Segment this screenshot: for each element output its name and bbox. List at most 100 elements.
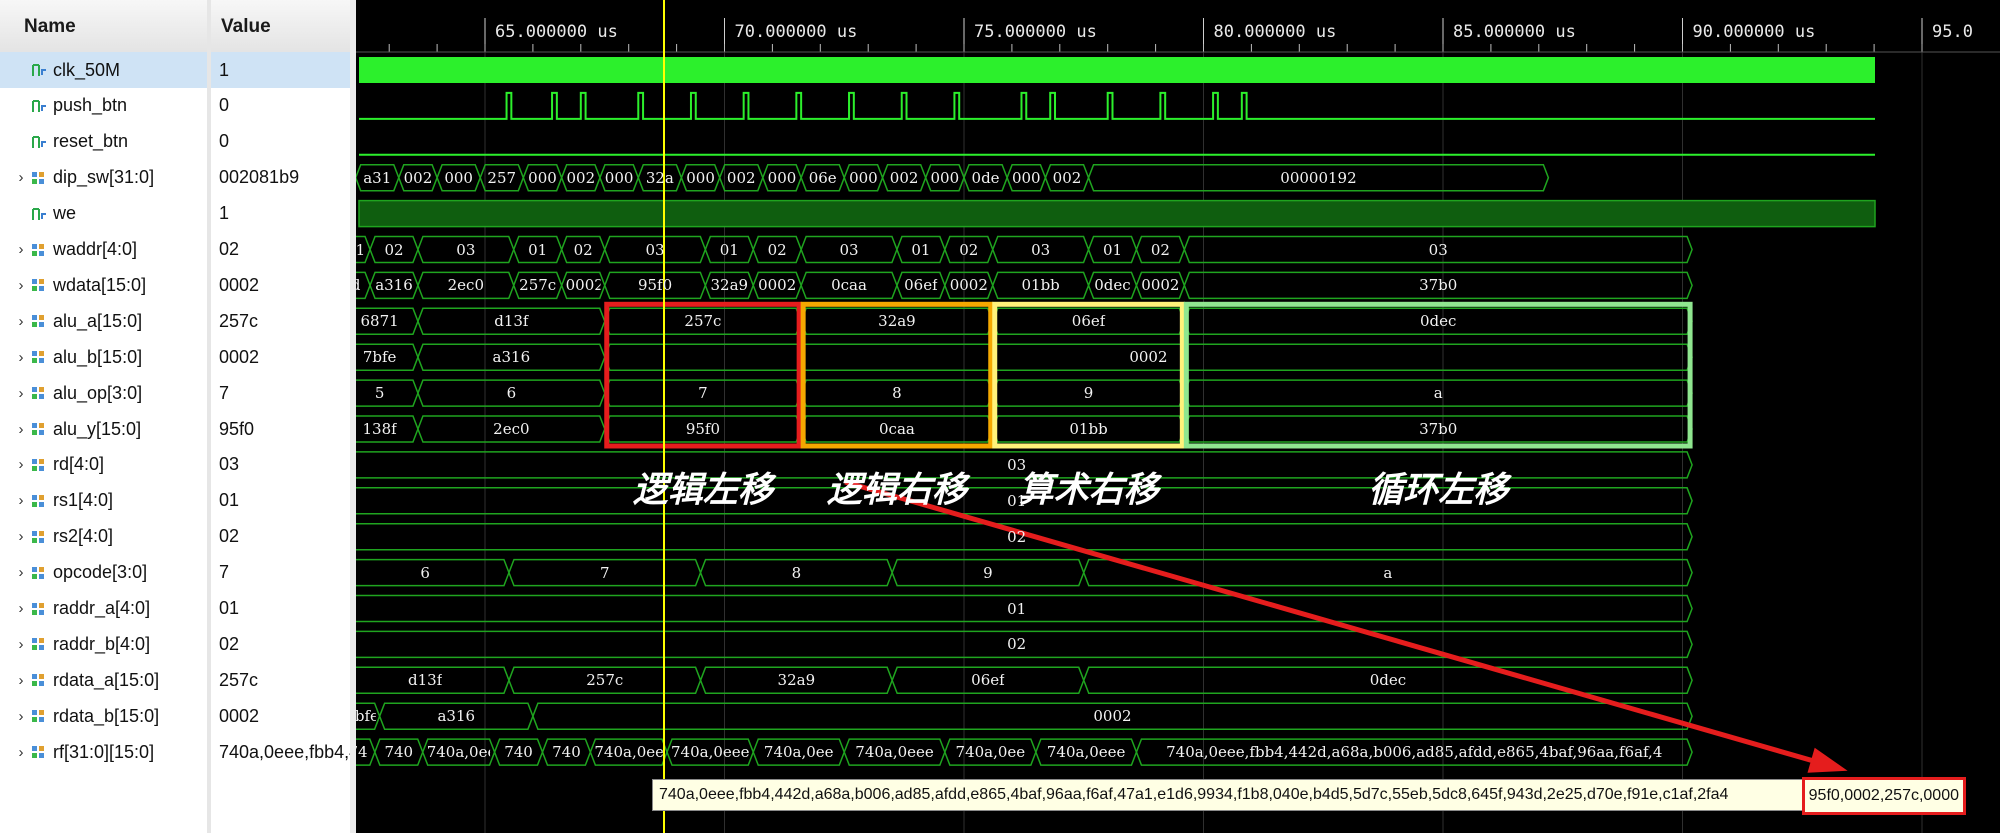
signal-value-rd-4-0[interactable]: 03 <box>211 447 350 483</box>
bus-value-label: 740a,0ee <box>426 743 491 762</box>
signal-value-wdata-15-0[interactable]: 0002 <box>211 267 350 303</box>
signal-row-raddr-b-4-0[interactable]: › raddr_b[4:0] <box>0 626 207 662</box>
bus-value-label: 0caa <box>879 420 915 438</box>
signal-value-raddr-a-4-0[interactable]: 01 <box>211 591 350 627</box>
signal-name-label: raddr_a[4:0] <box>53 598 151 618</box>
bus-signal-icon <box>32 566 44 579</box>
signal-row-opcode-3-0[interactable]: › opcode[3:0] <box>0 555 207 591</box>
signal-row-dip-sw-31-0[interactable]: › dip_sw[31:0] <box>0 160 207 196</box>
expand-chevron-icon[interactable]: › <box>12 564 30 581</box>
signal-name-label: push_btn <box>53 95 128 116</box>
bus-value-label: 01bb <box>1021 276 1060 295</box>
signal-name-label: rdata_a[15:0] <box>53 669 160 690</box>
signal-row-waddr-4-0[interactable]: › waddr[4:0] <box>0 232 207 268</box>
signal-row-clk-50m[interactable]: clk_50M <box>0 52 207 88</box>
time-tick-label: 75.000000 us <box>974 22 1097 42</box>
signal-value-waddr-4-0[interactable]: 02 <box>211 232 350 268</box>
bus-value-label: 32a9 <box>777 671 816 690</box>
bus-signal-icon <box>32 423 44 435</box>
expand-chevron-icon[interactable]: › <box>12 672 30 689</box>
bus-value-label: 32a9 <box>878 312 916 331</box>
bus-signal-icon <box>32 602 44 615</box>
expand-chevron-icon[interactable]: › <box>12 528 30 545</box>
signal-name-label: rs2[4:0] <box>53 526 114 547</box>
expand-chevron-icon[interactable]: › <box>12 708 30 725</box>
expand-chevron-icon[interactable]: › <box>12 600 30 617</box>
bus-value-label: 03 <box>456 240 476 259</box>
expand-chevron-icon[interactable]: › <box>12 456 30 473</box>
expand-chevron-icon[interactable]: › <box>12 744 30 761</box>
value-tooltip: 740a,0eee,fbb4,442d,a68a,b006,ad85,afdd,… <box>652 777 1966 815</box>
expand-chevron-icon[interactable]: › <box>12 169 30 186</box>
signal-row-raddr-a-4-0[interactable]: › raddr_a[4:0] <box>0 591 207 627</box>
signal-row-rdata-b-15-0[interactable]: › rdata_b[15:0] <box>0 698 207 734</box>
signal-row-rf-31-0-15-0[interactable]: › rf[31:0][15:0] <box>0 734 207 770</box>
bit-wave-push-btn <box>359 91 1875 120</box>
expand-chevron-icon[interactable]: › <box>12 636 30 653</box>
signal-value-rf-31-0-15-0[interactable]: 740a,0eee,fbb4,4 <box>211 734 350 770</box>
arrow-head-icon <box>1807 747 1848 773</box>
bus-value-label: 740a,0ee <box>594 743 663 762</box>
value-column-header[interactable]: Value <box>211 0 350 53</box>
bus-value-label: 03 <box>1031 240 1051 259</box>
bus-value-label: 01 <box>1007 599 1027 618</box>
bus-value-label: 06ef <box>971 671 1005 690</box>
name-column-header[interactable]: Name <box>0 0 207 53</box>
signal-name-label: rd[4:0] <box>53 454 105 475</box>
expand-chevron-icon[interactable]: › <box>12 385 30 402</box>
bus-value-label: a <box>1433 384 1443 403</box>
signal-value-rdata-a-15-0[interactable]: 257c <box>211 662 350 698</box>
bus-value-label: 01 <box>356 240 366 259</box>
bit-signal-icon <box>32 135 46 148</box>
time-tick-label: 95.0 <box>1932 22 1973 42</box>
expand-chevron-icon[interactable]: › <box>12 313 30 330</box>
bus-value-label: 0caa <box>831 276 867 295</box>
bus-signal-icon <box>32 171 44 184</box>
signal-row-rs2-4-0[interactable]: › rs2[4:0] <box>0 519 207 555</box>
bus-value-label: 002 <box>403 168 433 187</box>
signal-value-alu-a-15-0[interactable]: 257c <box>211 303 350 339</box>
signal-row-rd-4-0[interactable]: › rd[4:0] <box>0 447 207 483</box>
signal-row-alu-op-3-0[interactable]: › alu_op[3:0] <box>0 375 207 411</box>
signal-row-rs1-4-0[interactable]: › rs1[4:0] <box>0 483 207 519</box>
expand-chevron-icon[interactable]: › <box>12 277 30 294</box>
signal-value-raddr-b-4-0[interactable]: 02 <box>211 626 350 662</box>
signal-value-reset-btn[interactable]: 0 <box>211 124 350 160</box>
bus-value-label: 000 <box>528 168 557 187</box>
bus-value-label: 0dec <box>1369 671 1407 690</box>
signal-value-push-btn[interactable]: 0 <box>211 88 350 124</box>
signal-row-we[interactable]: we <box>0 196 207 232</box>
signal-row-wdata-15-0[interactable]: › wdata[15:0] <box>0 267 207 303</box>
time-tick-label: 90.000000 us <box>1692 22 1816 42</box>
bus-value-label: d13f <box>494 312 529 331</box>
signal-row-reset-btn[interactable]: reset_btn <box>0 124 207 160</box>
signal-value-rs1-4-0[interactable]: 01 <box>211 483 350 519</box>
signal-value-alu-b-15-0[interactable]: 0002 <box>211 339 350 375</box>
waveform-canvas[interactable]: 65.000000 us 70.000000 us 75.000000 us 80.0… <box>356 0 2000 833</box>
signal-row-alu-a-15-0[interactable]: › alu_a[15:0] <box>0 303 207 339</box>
bus-signal-icon <box>32 243 44 256</box>
expand-chevron-icon[interactable]: › <box>12 349 30 366</box>
signal-row-alu-b-15-0[interactable]: › alu_b[15:0] <box>0 339 207 375</box>
signal-value-dip-sw-31-0[interactable]: 002081b9 <box>211 160 350 196</box>
signal-row-alu-y-15-0[interactable]: › alu_y[15:0] <box>0 411 207 447</box>
expand-chevron-icon[interactable]: › <box>12 421 30 438</box>
signal-name-label: dip_sw[31:0] <box>53 167 155 188</box>
signal-name-label: alu_b[15:0] <box>53 346 143 367</box>
signal-value-we[interactable]: 1 <box>211 196 350 232</box>
signal-value-alu-y-15-0[interactable]: 95f0 <box>211 411 350 447</box>
bus-value-label: 257 <box>487 168 517 187</box>
bus-segment <box>356 379 419 407</box>
signal-value-rdata-b-15-0[interactable]: 0002 <box>211 698 350 734</box>
signal-row-rdata-a-15-0[interactable]: › rdata_a[15:0] <box>0 662 207 698</box>
signal-value-opcode-3-0[interactable]: 7 <box>211 555 350 591</box>
signal-value-clk-50m[interactable]: 1 <box>211 52 350 88</box>
signal-value-rs2-4-0[interactable]: 02 <box>211 519 350 555</box>
signal-row-push-btn[interactable]: push_btn <box>0 88 207 124</box>
bus-value-label: 2ec0 <box>493 420 530 438</box>
signal-value-alu-op-3-0[interactable]: 7 <box>211 375 350 411</box>
signal-name-panel: Name clk_50M push_btn reset_btn › dip_sw[31:… <box>0 0 207 833</box>
bus-value-label: 06ef <box>1071 312 1106 331</box>
expand-chevron-icon[interactable]: › <box>12 492 30 509</box>
expand-chevron-icon[interactable]: › <box>12 241 30 258</box>
